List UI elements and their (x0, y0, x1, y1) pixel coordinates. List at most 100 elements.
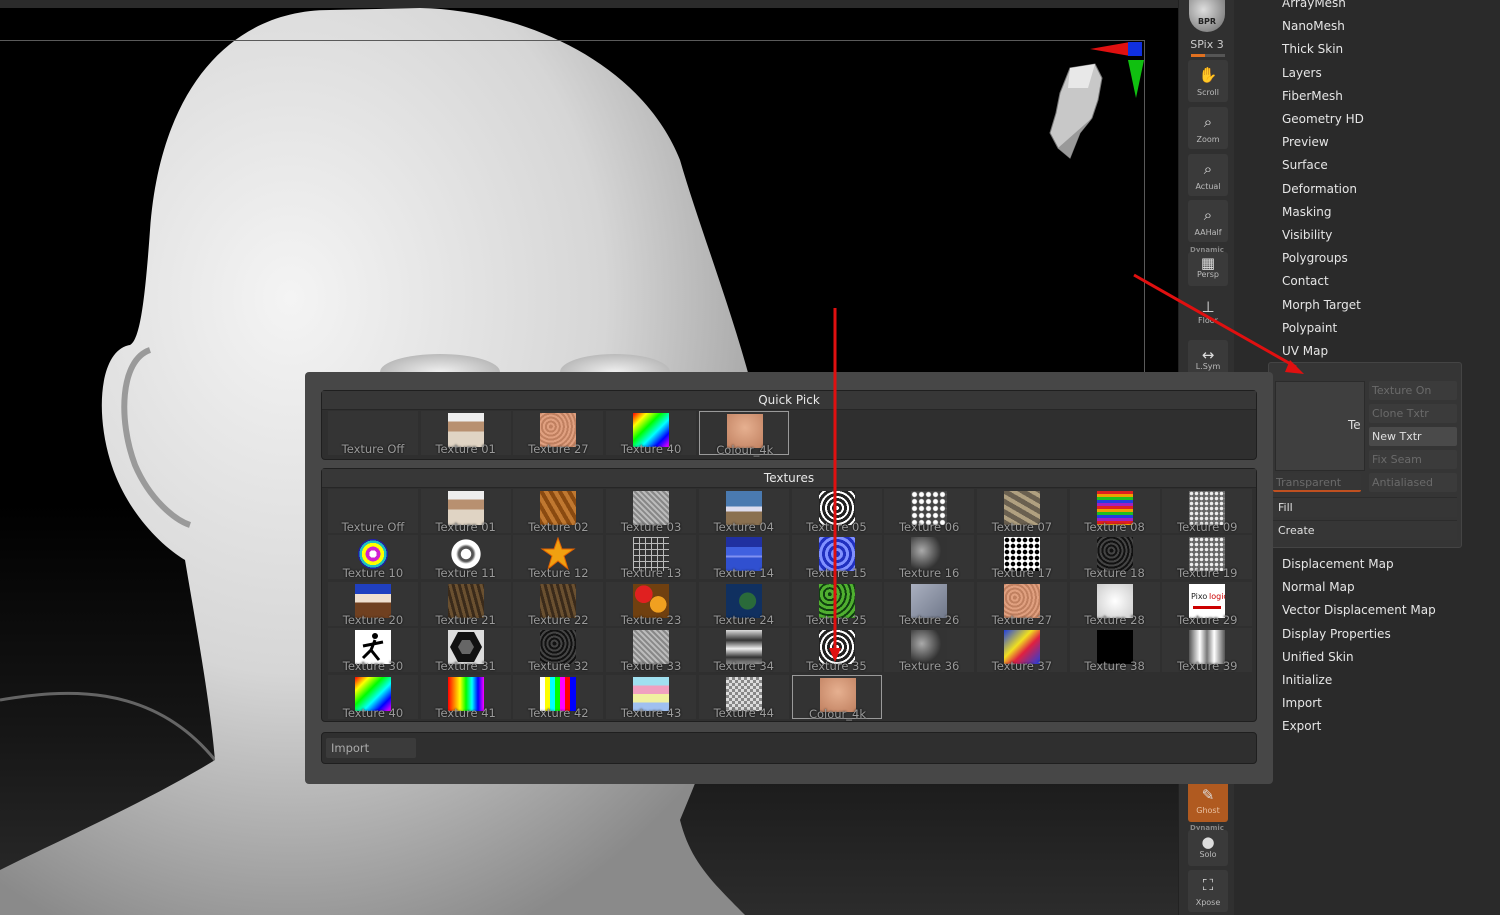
texture-cell-texture-36[interactable]: Texture 36 (884, 628, 975, 673)
ghost-button[interactable]: ✎ Ghost (1188, 780, 1228, 822)
texture-cell-texture-17[interactable]: Texture 17 (976, 535, 1067, 580)
texture-cell-texture-09[interactable]: Texture 09 (1162, 489, 1253, 534)
texture-cell-texture-07[interactable]: Texture 07 (976, 489, 1067, 534)
texture-cell-texture-27[interactable]: Texture 27 (976, 581, 1067, 627)
tool-menu-item-vector-displacement-map[interactable]: Vector Displacement Map (1282, 600, 1436, 620)
tool-menu-item-layers[interactable]: Layers (1282, 63, 1322, 83)
transparent-slider[interactable]: Transparent (1273, 473, 1361, 492)
texture-cell-texture-37[interactable]: Texture 37 (976, 628, 1067, 673)
texture-label: Texture 23 (620, 612, 682, 627)
zoom-button[interactable]: ⌕ Zoom (1188, 107, 1228, 149)
texture-cell-texture-40[interactable]: Texture 40 (606, 411, 697, 456)
texture-cell-texture-01[interactable]: Texture 01 (420, 489, 511, 534)
tool-menu-item-masking[interactable]: Masking (1282, 202, 1331, 222)
texture-cell-texture-15[interactable]: Texture 15 (791, 535, 882, 580)
texture-cell-texture-03[interactable]: Texture 03 (606, 489, 697, 534)
texture-cell-colour-4k[interactable]: Colour_4k (698, 411, 789, 457)
tool-menu-item-normal-map[interactable]: Normal Map (1282, 577, 1355, 597)
tool-menu-item-deformation[interactable]: Deformation (1282, 179, 1357, 199)
texture-cell-texture-38[interactable]: Texture 38 (1069, 628, 1160, 673)
spix-slider[interactable]: SPix 3 (1179, 38, 1235, 51)
texture-cell-texture-30[interactable]: Texture 30 (328, 628, 418, 673)
texture-cell-texture-08[interactable]: Texture 08 (1069, 489, 1160, 534)
tool-menu-item-nanomesh[interactable]: NanoMesh (1282, 16, 1345, 36)
texture-cell-texture-13[interactable]: Texture 13 (606, 535, 697, 581)
texture-cell-texture-33[interactable]: Texture 33 (606, 628, 697, 673)
tool-menu-item-export[interactable]: Export (1282, 716, 1321, 736)
texture-on-button[interactable]: Texture On (1369, 381, 1457, 400)
texture-cell-texture-44[interactable]: Texture 44 (698, 674, 789, 720)
tool-menu-item-initialize[interactable]: Initialize (1282, 670, 1332, 690)
tool-menu-item-contact[interactable]: Contact (1282, 271, 1329, 291)
texture-cell-texture-35[interactable]: Texture 35 (791, 628, 882, 673)
actual-button[interactable]: ⌕ Actual (1188, 154, 1228, 196)
texture-cell-texture-14[interactable]: Texture 14 (698, 535, 789, 580)
texture-cell-texture-23[interactable]: Texture 23 (606, 581, 697, 627)
tool-menu-item-thick-skin[interactable]: Thick Skin (1282, 39, 1343, 59)
texture-cell-texture-24[interactable]: Texture 24 (698, 581, 789, 627)
tool-menu-item-preview[interactable]: Preview (1282, 132, 1329, 152)
fix-seam-button[interactable]: Fix Seam (1369, 450, 1457, 469)
solo-button[interactable]: ● Solo (1188, 830, 1228, 866)
texture-cell-texture-25[interactable]: Texture 25 (791, 581, 882, 627)
texture-label: Texture 13 (620, 566, 682, 581)
floor-button[interactable]: ⊥ Floor (1188, 292, 1228, 334)
aahalf-button[interactable]: ⌕ AAHalf (1188, 200, 1228, 242)
texture-cell-texture-10[interactable]: Texture 10 (328, 535, 418, 580)
tool-menu-item-visibility[interactable]: Visibility (1282, 225, 1332, 245)
tool-menu-item-polypaint[interactable]: Polypaint (1282, 318, 1337, 338)
texture-cell-texture-39[interactable]: Texture 39 (1162, 628, 1253, 673)
texture-preview[interactable]: Te (1275, 381, 1365, 471)
texture-cell-texture-43[interactable]: Texture 43 (606, 674, 697, 720)
bpr-button[interactable]: BPR (1189, 0, 1225, 32)
texture-cell-texture-19[interactable]: Texture 19 (1162, 535, 1253, 580)
texture-cell-texture-off[interactable]: Texture Off (328, 489, 418, 534)
antialiased-button[interactable]: Antialiased (1369, 473, 1457, 492)
scroll-button[interactable]: ✋ Scroll (1188, 60, 1228, 102)
tool-menu-item-fibermesh[interactable]: FiberMesh (1282, 86, 1343, 106)
import-button[interactable]: Import (326, 738, 416, 758)
texture-cell-texture-26[interactable]: Texture 26 (884, 581, 975, 627)
texture-cell-texture-41[interactable]: Texture 41 (420, 674, 511, 720)
texture-cell-texture-off[interactable]: Texture Off (328, 411, 418, 456)
texture-cell-texture-21[interactable]: Texture 21 (420, 581, 511, 627)
tool-menu-item-import[interactable]: Import (1282, 693, 1322, 713)
tool-menu-item-polygroups[interactable]: Polygroups (1282, 248, 1348, 268)
spix-slider-bar[interactable] (1191, 54, 1225, 57)
texture-cell-texture-34[interactable]: Texture 34 (698, 628, 789, 673)
tool-menu-item-uv-map[interactable]: UV Map (1282, 341, 1328, 361)
texture-cell-texture-16[interactable]: Texture 16 (884, 535, 975, 580)
texture-cell-texture-31[interactable]: Texture 31 (420, 628, 511, 673)
texture-cell-texture-02[interactable]: Texture 02 (513, 489, 604, 534)
texture-cell-texture-40[interactable]: Texture 40 (328, 674, 418, 720)
clone-txtr-button[interactable]: Clone Txtr (1369, 404, 1457, 423)
texture-cell-texture-11[interactable]: Texture 11 (420, 535, 511, 580)
new-txtr-button[interactable]: New Txtr (1369, 427, 1457, 446)
texture-cell-texture-05[interactable]: Texture 05 (791, 489, 882, 534)
tool-menu-item-displacement-map[interactable]: Displacement Map (1282, 554, 1394, 574)
tool-menu-item-display-properties[interactable]: Display Properties (1282, 624, 1391, 644)
texture-cell-texture-29[interactable]: Pixologic Texture 29 (1162, 581, 1253, 627)
texture-cell-texture-22[interactable]: Texture 22 (513, 581, 604, 627)
texture-cell-colour-4k[interactable]: Colour_4k (791, 674, 882, 721)
texture-cell-texture-04[interactable]: Texture 04 (698, 489, 789, 534)
tool-menu-item-surface[interactable]: Surface (1282, 155, 1328, 175)
texture-cell-texture-12[interactable]: Texture 12 (513, 535, 604, 580)
create-button[interactable]: Create (1273, 520, 1457, 540)
texture-cell-texture-20[interactable]: Texture 20 (328, 581, 418, 627)
tool-menu-item-morph-target[interactable]: Morph Target (1282, 295, 1361, 315)
texture-cell-texture-32[interactable]: Texture 32 (513, 628, 604, 673)
texture-cell-texture-28[interactable]: Texture 28 (1069, 581, 1160, 627)
tool-menu-item-arraymesh[interactable]: ArrayMesh (1282, 0, 1346, 13)
fill-button[interactable]: Fill (1273, 497, 1457, 517)
xpose-button[interactable]: ⛶ Xpose (1188, 870, 1228, 912)
orientation-gizmo[interactable] (1040, 38, 1150, 168)
persp-button[interactable]: ▦ Persp (1188, 252, 1228, 286)
tool-menu-item-geometry-hd[interactable]: Geometry HD (1282, 109, 1364, 129)
tool-menu-item-unified-skin[interactable]: Unified Skin (1282, 647, 1354, 667)
texture-cell-texture-18[interactable]: Texture 18 (1069, 535, 1160, 580)
texture-cell-texture-01[interactable]: Texture 01 (420, 411, 511, 456)
texture-cell-texture-42[interactable]: Texture 42 (513, 674, 604, 720)
texture-cell-texture-27[interactable]: Texture 27 (513, 411, 604, 456)
texture-cell-texture-06[interactable]: Texture 06 (884, 489, 975, 534)
